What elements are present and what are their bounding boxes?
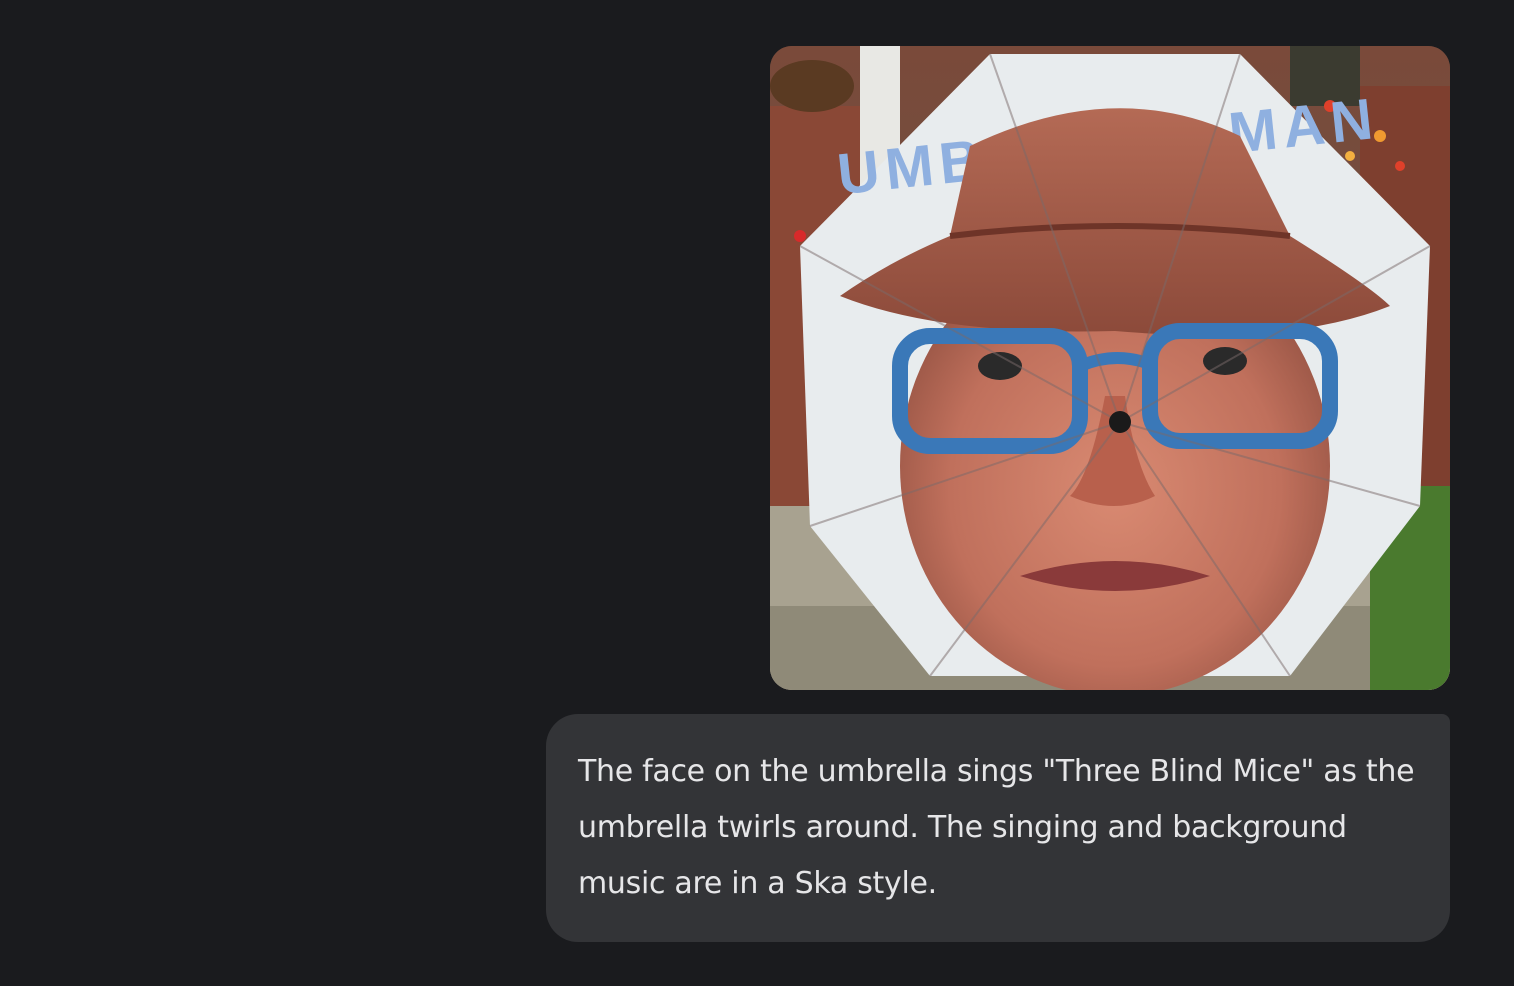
chat-area: UMBRELLA MAN: [0, 0, 1514, 986]
umbrella-photo: UMBRELLA MAN: [770, 46, 1450, 690]
user-message-text: The face on the umbrella sings "Three Bl…: [578, 754, 1415, 901]
user-turn: UMBRELLA MAN: [546, 46, 1450, 942]
user-message-bubble: The face on the umbrella sings "Three Bl…: [546, 714, 1450, 942]
attached-image[interactable]: UMBRELLA MAN: [770, 46, 1450, 690]
